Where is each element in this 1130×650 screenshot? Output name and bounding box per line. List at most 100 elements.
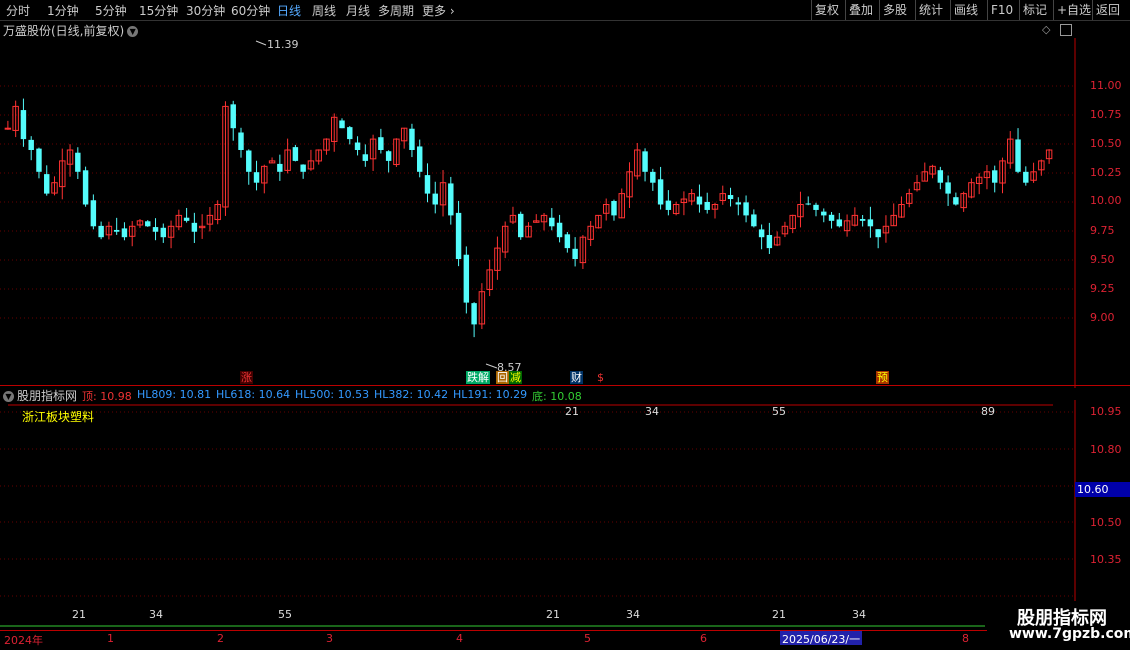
- candle-body: [90, 200, 97, 227]
- candle-body: [246, 150, 252, 172]
- candle-body: [945, 182, 951, 194]
- candle-body: [121, 228, 128, 238]
- candle-body: [704, 201, 710, 210]
- indicator-tick: 10.80: [1090, 443, 1122, 456]
- more-label: 更多: [422, 4, 447, 18]
- draw-line-button[interactable]: 画线: [950, 0, 981, 20]
- price-tick: 9.00: [1090, 311, 1115, 324]
- period-tab-30min[interactable]: 30分钟: [186, 2, 225, 19]
- period-toolbar: 分时 1分钟 5分钟 15分钟 30分钟 60分钟 日线 周线 月线 多周期 更…: [0, 0, 1130, 21]
- fib-top-number: 55: [772, 405, 786, 418]
- period-tab-15min[interactable]: 15分钟: [139, 2, 178, 19]
- candle-body: [572, 248, 578, 259]
- candle-body: [113, 229, 120, 232]
- signal-badge-hui[interactable]: 回: [496, 371, 509, 384]
- signal-badge-diejie[interactable]: 跌解: [466, 371, 490, 384]
- back-button[interactable]: 返回: [1092, 0, 1123, 20]
- diamond-icon[interactable]: ◇: [1042, 23, 1050, 36]
- price-tick: 10.00: [1090, 194, 1122, 207]
- candle-body: [432, 193, 438, 205]
- fib-bottom-number: 21: [72, 608, 86, 621]
- candle-body: [230, 104, 236, 129]
- candle-body: [867, 219, 874, 227]
- indicator-panel[interactable]: [0, 400, 1130, 628]
- candle-body: [362, 154, 369, 161]
- candle-body: [518, 213, 524, 238]
- price-tick: 10.75: [1090, 108, 1122, 121]
- candle-body: [277, 163, 283, 172]
- indicator-tick: 10.35: [1090, 553, 1122, 566]
- period-tab-multi[interactable]: 多周期: [378, 2, 414, 19]
- high-price-marker: 11.39: [267, 38, 299, 51]
- period-tab-more[interactable]: 更多 ›: [422, 2, 455, 19]
- candle-body: [378, 137, 384, 150]
- candle-body: [828, 214, 835, 221]
- candle-body: [28, 139, 34, 150]
- date-axis-line: [0, 630, 1130, 631]
- add-watchlist-button[interactable]: +自选: [1053, 0, 1094, 20]
- candle-body: [4, 127, 12, 130]
- candle-body: [650, 171, 656, 183]
- fib-bottom-number: 34: [149, 608, 163, 621]
- signal-badge-jian[interactable]: 减: [509, 371, 522, 384]
- signal-badge-yu[interactable]: 预: [876, 371, 889, 384]
- period-tab-60min[interactable]: 60分钟: [231, 2, 270, 19]
- candle-body: [20, 110, 27, 140]
- signal-badge-cai[interactable]: 财: [570, 371, 583, 384]
- candle-body: [642, 151, 648, 172]
- period-tab-weekly[interactable]: 周线: [312, 2, 336, 19]
- period-tab-1min[interactable]: 1分钟: [47, 2, 79, 19]
- price-tick: 9.50: [1090, 253, 1115, 266]
- candle-body: [160, 227, 167, 238]
- period-tab-fenshi[interactable]: 分时: [6, 2, 30, 19]
- signal-badge-dollar[interactable]: $: [596, 371, 605, 384]
- candle-body: [238, 132, 244, 150]
- chevron-down-icon[interactable]: ▼: [127, 26, 139, 37]
- candle-body: [805, 203, 811, 205]
- fib-bottom-number: 34: [626, 608, 640, 621]
- candle-body: [385, 151, 392, 161]
- candlestick-chart[interactable]: [0, 38, 1130, 388]
- signal-badge-zhang[interactable]: 涨: [240, 371, 253, 384]
- candle-body: [409, 128, 415, 150]
- multi-stock-button[interactable]: 多股: [879, 0, 910, 20]
- current-value-badge: 10.60: [1075, 482, 1130, 497]
- fib-bottom-number: 55: [278, 608, 292, 621]
- candle-body: [354, 142, 361, 150]
- candle-body: [836, 219, 843, 227]
- period-tab-monthly[interactable]: 月线: [346, 2, 370, 19]
- candle-body: [455, 212, 462, 259]
- candle-body: [727, 195, 734, 200]
- candle-body: [152, 227, 159, 232]
- candle-body: [292, 147, 299, 161]
- period-tab-5min[interactable]: 5分钟: [95, 2, 127, 19]
- fib-bottom-number: 34: [852, 608, 866, 621]
- price-tick: 9.25: [1090, 282, 1115, 295]
- candle-body: [471, 303, 477, 325]
- fuquan-button[interactable]: 复权: [811, 0, 842, 20]
- date-axis-label: 3: [326, 632, 333, 645]
- watermark-url: www.7gpzb.com: [1009, 626, 1130, 642]
- date-axis-label: 2024年: [4, 634, 43, 647]
- chart-title[interactable]: 万盛股份(日线,前复权) ▼: [3, 22, 139, 39]
- candle-body: [253, 172, 260, 183]
- candle-body: [416, 146, 423, 172]
- candle-body: [953, 197, 959, 205]
- f10-button[interactable]: F10: [987, 0, 1016, 20]
- mark-button[interactable]: 标记: [1019, 0, 1050, 20]
- indicator-tick: 10.95: [1090, 405, 1122, 418]
- fib-bottom-number: 21: [772, 608, 786, 621]
- panel-toggle-icon[interactable]: [1060, 24, 1072, 36]
- overlay-button[interactable]: 叠加: [845, 0, 876, 20]
- candle-body: [339, 120, 345, 129]
- candle-body: [191, 222, 198, 232]
- candle-body: [183, 217, 190, 221]
- date-axis-label: 5: [584, 632, 591, 645]
- candle-body: [564, 234, 571, 249]
- candle-body: [758, 229, 765, 238]
- statistics-button[interactable]: 统计: [915, 0, 946, 20]
- candle-body: [937, 170, 944, 183]
- indicator-tick: 10.50: [1090, 516, 1122, 529]
- candle-body: [424, 175, 431, 194]
- period-tab-daily[interactable]: 日线: [277, 2, 301, 19]
